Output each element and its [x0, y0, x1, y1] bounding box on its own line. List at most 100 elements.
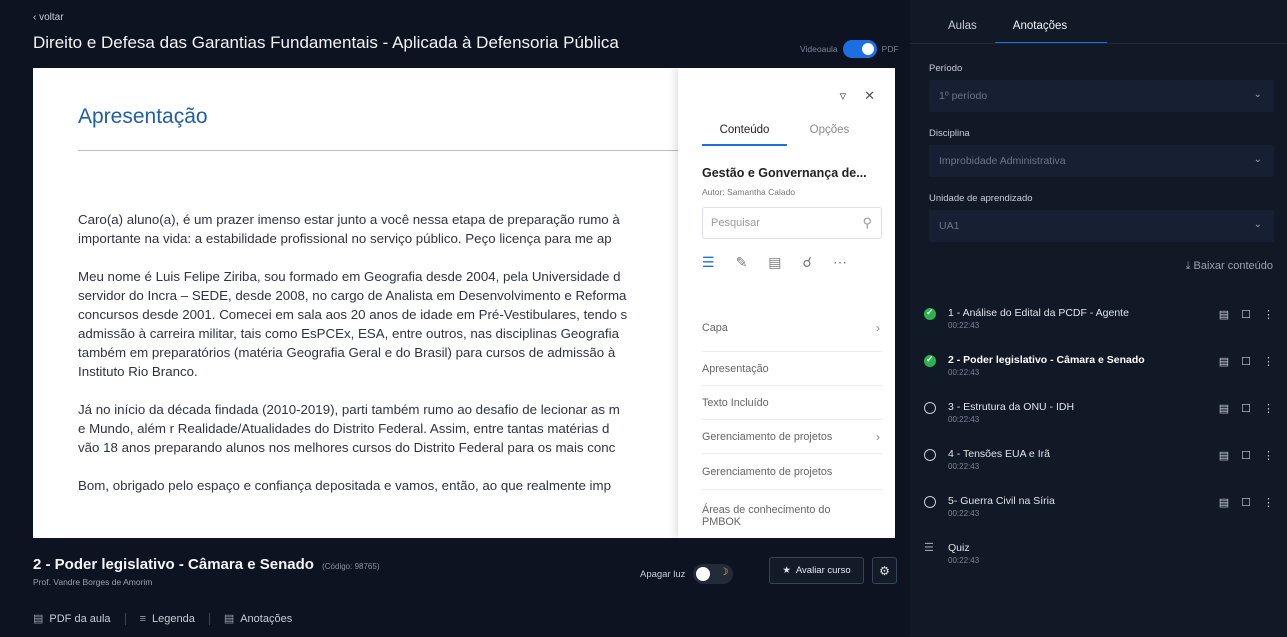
chevron-down-icon: ⌄ [1253, 89, 1262, 100]
subtitle-link[interactable]: ≡ Legenda [140, 613, 195, 625]
document-line: importante na vida: a estabilidade profi… [78, 231, 612, 246]
download-content-link[interactable]: ⤓ Baixar conteúdo [1186, 260, 1273, 273]
notes-link[interactable]: ▤ Anotações [223, 612, 292, 626]
dark-mode-switch[interactable]: ☽ [693, 564, 734, 584]
presentation-icon[interactable]: ☐ [1241, 355, 1251, 368]
more-vertical-icon[interactable]: ⋮ [1263, 496, 1274, 509]
lesson-item[interactable]: 2 - Poder legislativo - Câmara e Senado 0… [924, 347, 1274, 394]
document-line: Instituto Rio Branco. [78, 364, 198, 379]
panel-tab-options[interactable]: Opções [787, 124, 872, 146]
lesson-item[interactable]: 5- Guerra Civil na Síria 00:22:43 ▤ ☐ ⋮ [924, 488, 1274, 535]
chevron-left-icon: ‹ [33, 12, 37, 23]
toc-item[interactable]: Capa › [702, 305, 882, 352]
toc-item-label: Apresentação [702, 362, 769, 375]
document-icon[interactable]: ▤ [768, 254, 781, 271]
sidebar-tab-notes[interactable]: Anotações [994, 0, 1108, 44]
lesson-actions: ▤ ☐ ⋮ [1219, 308, 1274, 321]
presentation-icon[interactable]: ☐ [1241, 308, 1251, 321]
more-icon[interactable]: ⋯ [833, 254, 847, 271]
toc-item[interactable]: Apresentação [702, 352, 882, 386]
document-icon[interactable]: ▤ [1219, 449, 1229, 462]
lesson-list: 1 - Análise do Edital da PCDF - Agente 00… [924, 300, 1274, 582]
search-input[interactable]: Pesquisar ⚲ [702, 207, 882, 239]
lesson-actions: ▤ ☐ ⋮ [1219, 496, 1274, 509]
pdf-link[interactable]: ▤ PDF da aula [33, 612, 111, 626]
pen-icon[interactable]: ✎ [736, 254, 748, 271]
toc-item[interactable]: Gerenciamento de projetos [702, 454, 882, 490]
list-icon[interactable]: ☰ [702, 254, 715, 271]
document-icon[interactable]: ▤ [1219, 402, 1229, 415]
search-icon: ⚲ [862, 215, 872, 230]
chevron-down-icon: ⌄ [1253, 154, 1262, 165]
toc-item-label: Capa [702, 322, 728, 334]
close-icon[interactable]: ✕ [864, 88, 875, 104]
lesson-title: 2 - Poder legislativo - Câmara e Senado [948, 354, 1145, 366]
lesson-duration: 00:22:43 [948, 415, 980, 424]
lesson-actions: ▤ ☐ ⋮ [1219, 449, 1274, 462]
unit-value: UA1 [939, 220, 960, 232]
rate-course-button[interactable]: ★ Avaliar curso [769, 557, 864, 584]
view-mode-toggle[interactable]: Videoaula PDF [800, 40, 899, 58]
book-title: Gestão e Gonvernança de... [702, 166, 867, 180]
course-title: Direito e Defesa das Garantias Fundament… [33, 33, 619, 52]
check-circle-icon[interactable] [924, 354, 936, 367]
settings-button[interactable]: ⚙ [872, 557, 897, 584]
check-circle-icon[interactable] [924, 307, 936, 320]
toc-item[interactable]: Texto Incluído [702, 386, 882, 420]
lesson-item[interactable]: 3 - Estrutura da ONU - IDH 00:22:43 ▤ ☐ ⋮ [924, 394, 1274, 441]
discipline-select[interactable]: Improbidade Administrativa ⌄ [929, 145, 1274, 177]
more-vertical-icon[interactable]: ⋮ [1263, 355, 1274, 368]
book-author: Autor: Samantha Calado [702, 187, 796, 197]
presentation-icon[interactable]: ☐ [1241, 449, 1251, 462]
notes-icon: ▤ [223, 613, 235, 625]
more-vertical-icon[interactable]: ⋮ [1263, 402, 1274, 415]
document-paragraph: Meu nome é Luis Felipe Ziriba, sou forma… [78, 267, 678, 381]
document-paragraph: Bom, obrigado pelo espaço e confiança de… [78, 476, 678, 495]
right-sidebar: Aulas Anotações Período 1º período ⌄ Disc… [910, 0, 1287, 637]
toc-item[interactable]: Áreas de conhecimento do PMBOK [702, 490, 882, 538]
unit-select[interactable]: UA1 ⌄ [929, 210, 1274, 242]
download-label: Baixar conteúdo [1193, 260, 1274, 272]
pdf-viewer: Apresentação Caro(a) aluno(a), é um praz… [33, 68, 895, 538]
link-separator [208, 612, 210, 625]
circle-icon[interactable] [924, 402, 936, 414]
toc-item-label: Gerenciamento de projetos [702, 465, 833, 478]
back-link[interactable]: ‹ voltar [33, 12, 64, 23]
presentation-icon[interactable]: ☐ [1241, 496, 1251, 509]
document-icon[interactable]: ▤ [1219, 308, 1229, 321]
lights-toggle[interactable]: Apagar luz ☽ [640, 564, 734, 584]
period-select[interactable]: 1º período ⌄ [929, 80, 1274, 112]
lesson-duration: 00:22:43 [948, 462, 980, 471]
search-placeholder: Pesquisar [711, 217, 760, 229]
lock-icon[interactable]: ▿ [840, 88, 847, 104]
document-line: e Mundo, além r Realidade/Atualidades do… [78, 421, 610, 436]
lesson-title: 1 - Análise do Edital da PCDF - Agente [948, 307, 1129, 319]
document-line: vão 18 anos preparando alunos nos melhor… [78, 440, 616, 455]
pdf-side-panel: ▿ ✕ Conteúdo Opções Gestão e Gonvernança … [678, 68, 895, 538]
lesson-actions: ▤ ☐ ⋮ [1219, 402, 1274, 415]
presentation-icon[interactable]: ☐ [1241, 402, 1251, 415]
view-mode-switch[interactable] [842, 40, 877, 58]
more-vertical-icon[interactable]: ⋮ [1263, 308, 1274, 321]
circle-icon[interactable] [924, 496, 936, 508]
lesson-item[interactable]: ☰ Quiz 00:22:43 [924, 535, 1274, 582]
lesson-title: Quiz [948, 542, 970, 554]
document-icon[interactable]: ▤ [1219, 355, 1229, 368]
sidebar-tab-lessons[interactable]: Aulas [930, 0, 995, 44]
toc-item-label: Texto Incluído [702, 396, 769, 409]
toc-item-label: Gerenciamento de projetos [702, 430, 833, 443]
sidebar-divider [910, 43, 1287, 44]
panel-tab-content[interactable]: Conteúdo [702, 124, 787, 146]
lesson-item[interactable]: 1 - Análise do Edital da PCDF - Agente 00… [924, 300, 1274, 347]
main-area: ‹ voltar Direito e Defesa das Garantias … [0, 0, 910, 637]
lesson-item[interactable]: 4 - Tensões EUA e Irã 00:22:43 ▤ ☐ ⋮ [924, 441, 1274, 488]
document-icon[interactable]: ▤ [1219, 496, 1229, 509]
circle-icon[interactable] [924, 449, 936, 461]
more-vertical-icon[interactable]: ⋮ [1263, 449, 1274, 462]
lights-label: Apagar luz [640, 568, 686, 580]
period-label: Período [929, 63, 963, 74]
highlighter-icon[interactable]: ☌ [803, 254, 812, 271]
document-line: admissão à carreira militar, tais como E… [78, 326, 619, 341]
subtitle-link-label: Legenda [151, 612, 195, 625]
toc-item[interactable]: Gerenciamento de projetos › [702, 420, 882, 454]
